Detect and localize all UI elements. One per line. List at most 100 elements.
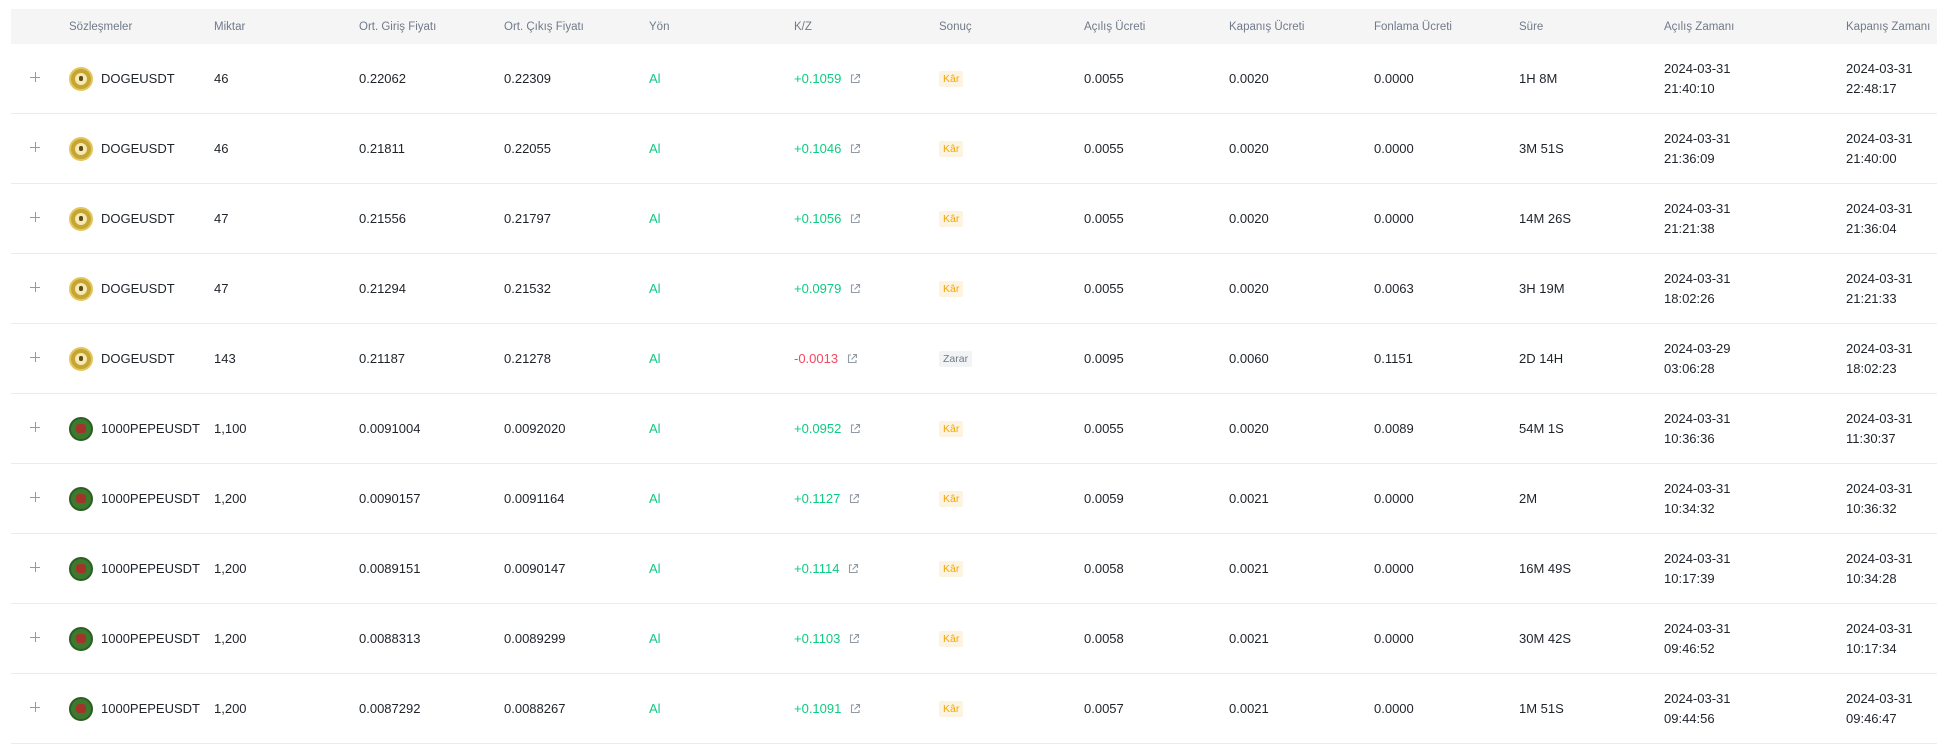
pnl-value: +0.1046 (794, 141, 842, 156)
expand-row-plus-icon[interactable] (28, 210, 42, 224)
header-side: Yön (649, 20, 670, 33)
close-fee-value: 0.0021 (1229, 491, 1269, 506)
close-date: 2024-03-31 (1846, 410, 1913, 426)
symbol-cell: DOGEUSDT (69, 66, 214, 91)
expand-row-plus-icon[interactable] (28, 420, 42, 434)
header-close-time: Kapanış Zamanı (1846, 20, 1931, 33)
expand-cell (11, 420, 69, 437)
open-date: 2024-03-31 (1664, 480, 1731, 496)
header-entry-price: Ort. Giriş Fiyatı (359, 20, 437, 33)
result-badge: Kâr (939, 281, 964, 297)
side-value: Al (649, 211, 661, 226)
external-link-icon[interactable] (849, 73, 861, 85)
open-clock: 10:34:32 (1664, 500, 1715, 516)
open-date: 2024-03-31 (1664, 620, 1731, 636)
external-link-icon[interactable] (846, 353, 858, 365)
exit-price-value: 0.0091164 (504, 491, 565, 506)
pnl-value: +0.1114 (794, 561, 840, 576)
duration-value: 1H 8M (1519, 71, 1558, 86)
pnl-cell: +0.1059 (794, 71, 939, 86)
external-link-icon[interactable] (849, 703, 861, 715)
external-link-icon[interactable] (849, 213, 861, 225)
table-row: 1000PEPEUSDT 1,200 0.0088313 0.0089299 Al +0.… (11, 604, 1937, 674)
expand-row-plus-icon[interactable] (28, 280, 42, 294)
expand-row-plus-icon[interactable] (28, 140, 42, 154)
external-link-icon[interactable] (848, 493, 860, 505)
symbol-label: 1000PEPEUSDT (101, 491, 200, 506)
pnl-value: +0.1127 (794, 491, 841, 506)
close-fee-value: 0.0020 (1229, 281, 1269, 296)
result-cell: Kâr (939, 70, 1084, 87)
open-fee-value: 0.0055 (1084, 421, 1124, 436)
expand-row-plus-icon[interactable] (28, 560, 42, 574)
side-value: Al (649, 281, 661, 296)
duration-value: 2M (1519, 491, 1538, 506)
close-clock: 22:48:17 (1846, 80, 1897, 96)
quantity-value: 143 (214, 351, 236, 366)
expand-row-plus-icon[interactable] (28, 630, 42, 644)
close-fee-value: 0.0021 (1229, 701, 1269, 716)
symbol-label: 1000PEPEUSDT (101, 631, 200, 646)
header-duration: Süre (1519, 20, 1544, 33)
entry-price-value: 0.0087292 (359, 701, 421, 716)
expand-row-plus-icon[interactable] (28, 490, 42, 504)
close-date: 2024-03-31 (1846, 60, 1913, 76)
open-time-cell: 2024-03-31 10:36:36 (1664, 409, 1846, 449)
open-fee-value: 0.0055 (1084, 281, 1124, 296)
duration-value: 3H 19M (1519, 281, 1565, 296)
open-date: 2024-03-31 (1664, 410, 1731, 426)
open-clock: 10:36:36 (1664, 430, 1715, 446)
open-fee-value: 0.0058 (1084, 561, 1124, 576)
doge-coin-icon (69, 136, 93, 161)
close-time-cell: 2024-03-31 10:17:34 (1846, 619, 1947, 659)
pnl-value: +0.0979 (794, 281, 842, 296)
close-time-cell: 2024-03-31 10:34:28 (1846, 549, 1947, 589)
external-link-icon[interactable] (849, 143, 861, 155)
result-cell: Kâr (939, 280, 1084, 297)
quantity-value: 47 (214, 281, 229, 296)
expand-row-plus-icon[interactable] (28, 70, 42, 84)
open-fee-value: 0.0059 (1084, 491, 1124, 506)
side-value: Al (649, 71, 661, 86)
entry-price-value: 0.0091004 (359, 421, 421, 436)
exit-price-value: 0.21797 (504, 211, 551, 226)
table-row: DOGEUSDT 143 0.21187 0.21278 Al -0.0013 Zarar 0… (11, 324, 1937, 394)
pnl-cell: +0.1056 (794, 211, 939, 226)
open-time-cell: 2024-03-31 21:21:38 (1664, 199, 1846, 239)
expand-row-plus-icon[interactable] (28, 700, 42, 714)
entry-price-value: 0.0090157 (359, 491, 421, 506)
result-badge: Kâr (939, 71, 964, 87)
expand-row-plus-icon[interactable] (28, 350, 42, 364)
entry-price-value: 0.22062 (359, 71, 406, 86)
external-link-icon[interactable] (848, 633, 860, 645)
external-link-icon[interactable] (849, 283, 861, 295)
open-clock: 09:44:56 (1664, 710, 1715, 726)
external-link-icon[interactable] (847, 563, 859, 575)
external-link-icon[interactable] (849, 423, 861, 435)
close-time-cell: 2024-03-31 21:40:00 (1846, 129, 1947, 169)
expand-cell (11, 350, 69, 367)
result-cell: Kâr (939, 420, 1084, 437)
pnl-cell: +0.0979 (794, 281, 939, 296)
pnl-value: +0.1059 (794, 71, 842, 86)
table-row: DOGEUSDT 47 0.21556 0.21797 Al +0.1056 Kâr 0.00… (11, 184, 1937, 254)
table-row: 1000PEPEUSDT 1,200 0.0089151 0.0090147 Al +0.… (11, 534, 1937, 604)
close-date: 2024-03-31 (1846, 270, 1913, 286)
doge-coin-icon (69, 276, 93, 301)
close-fee-value: 0.0021 (1229, 561, 1269, 576)
close-fee-value: 0.0020 (1229, 421, 1269, 436)
symbol-cell: 1000PEPEUSDT (69, 626, 214, 651)
open-fee-value: 0.0055 (1084, 141, 1124, 156)
close-clock: 10:34:28 (1846, 570, 1897, 586)
side-value: Al (649, 561, 661, 576)
symbol-label: DOGEUSDT (101, 141, 175, 156)
open-time-cell: 2024-03-31 10:17:39 (1664, 549, 1846, 589)
open-clock: 09:46:52 (1664, 640, 1715, 656)
duration-value: 54M 1S (1519, 421, 1564, 436)
result-badge: Kâr (939, 421, 964, 437)
result-badge: Kâr (939, 211, 964, 227)
pepe-coin-icon (69, 556, 93, 581)
funding-fee-value: 0.0000 (1374, 631, 1414, 646)
close-clock: 21:21:33 (1846, 290, 1897, 306)
open-date: 2024-03-31 (1664, 550, 1731, 566)
